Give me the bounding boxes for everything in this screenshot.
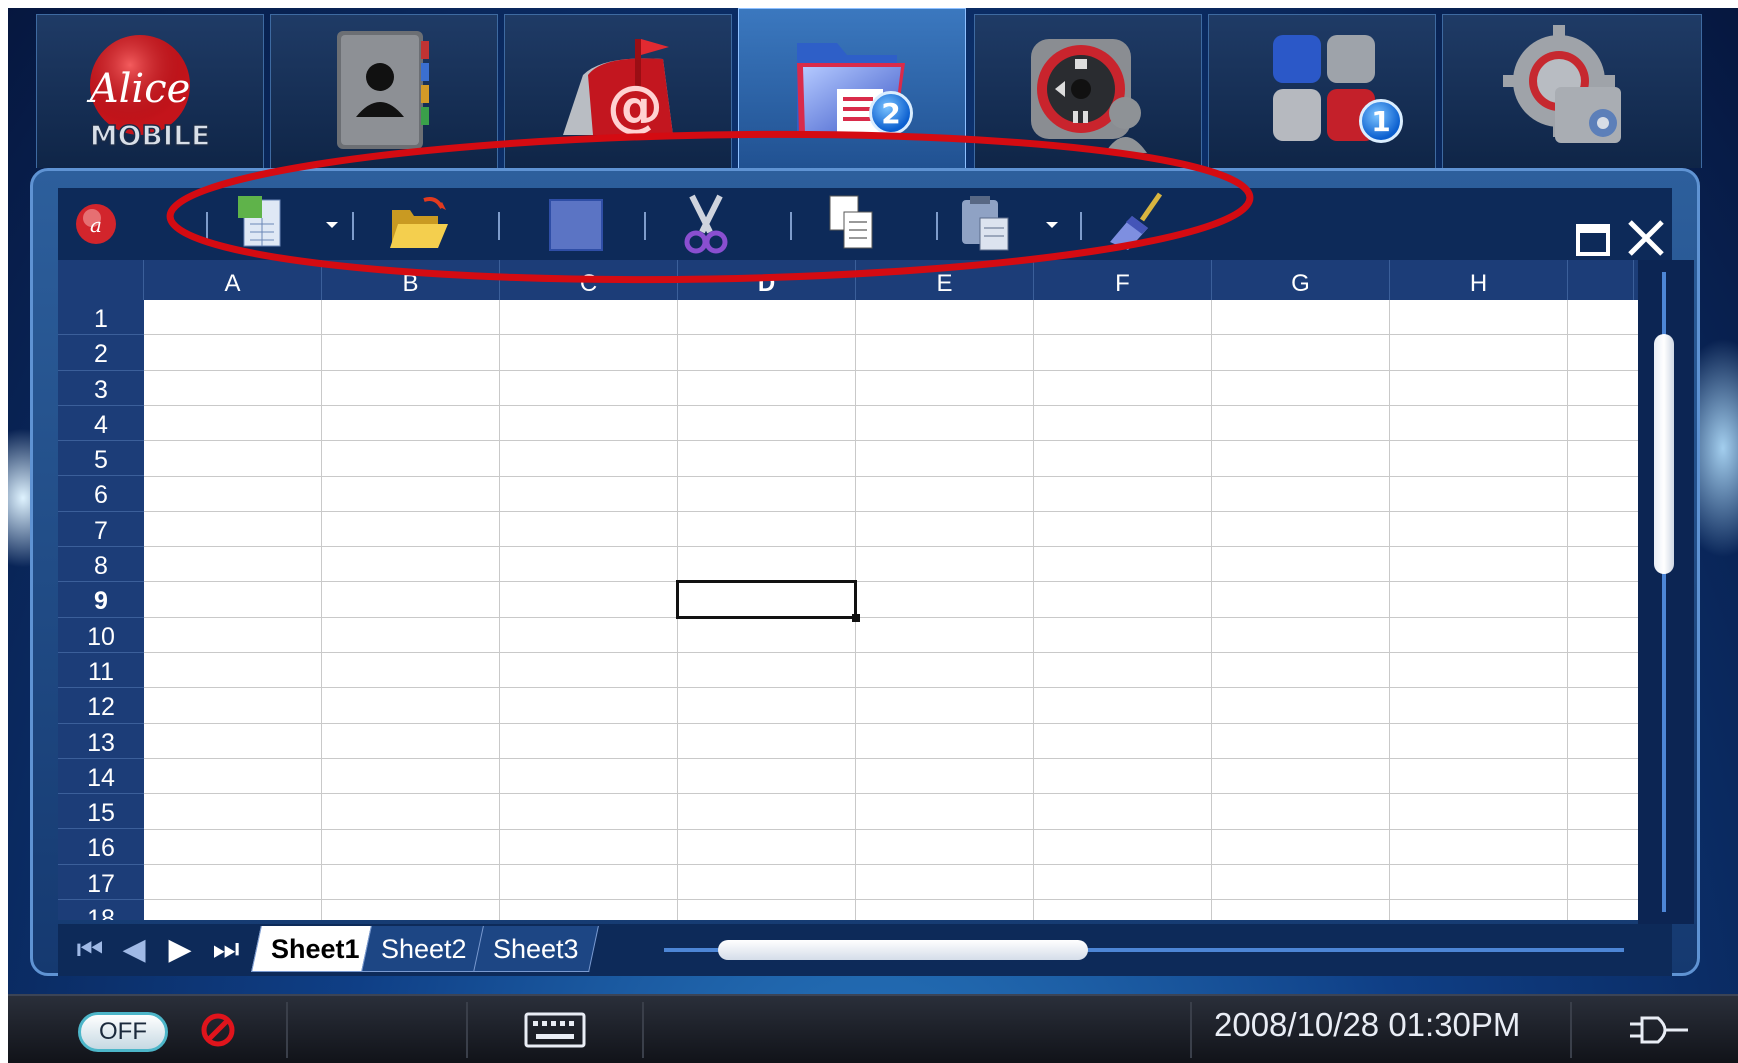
power-button[interactable] [1628, 1012, 1692, 1052]
block-button[interactable] [198, 1010, 238, 1054]
keyboard-icon [524, 1012, 586, 1048]
annotation-ellipse [166, 130, 1254, 284]
status-bar: OFF 2008/10/28 01:30PM [8, 994, 1738, 1063]
keyboard-button[interactable] [524, 1010, 588, 1054]
power-plug-icon [1630, 1016, 1688, 1044]
off-toggle[interactable]: OFF [78, 1012, 168, 1052]
block-icon [201, 1013, 235, 1047]
clock: 2008/10/28 01:30PM [1214, 1006, 1521, 1043]
